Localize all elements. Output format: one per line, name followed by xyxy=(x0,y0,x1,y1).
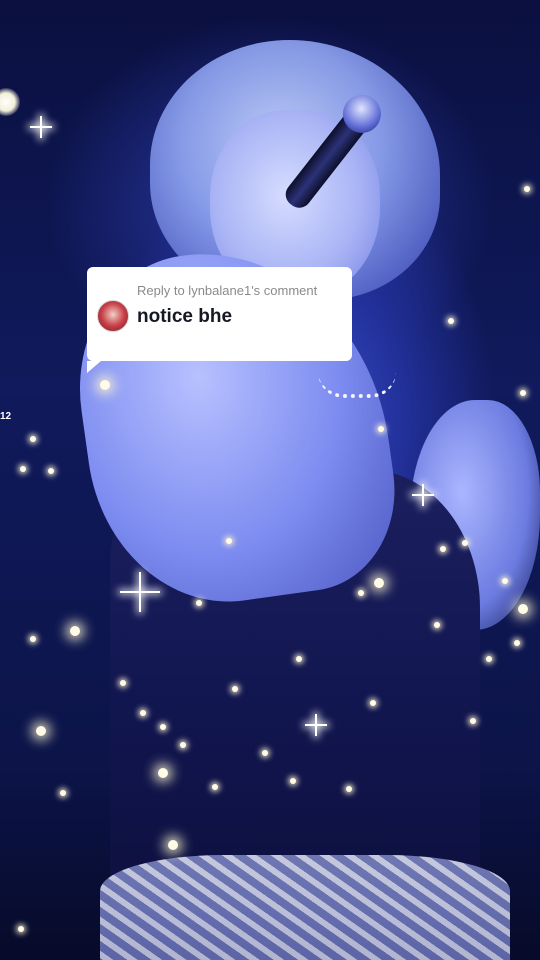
sparkle-icon xyxy=(30,116,52,138)
comment-reply-sticker[interactable]: Reply to lynbalane1's comment notice bhe xyxy=(87,267,352,373)
sparkle-dot xyxy=(518,604,528,614)
sparkle-dot xyxy=(262,750,268,756)
video-frame xyxy=(0,0,540,960)
sparkle-dot xyxy=(140,710,146,716)
sparkle-dot xyxy=(358,590,364,596)
sparkle-dot xyxy=(514,640,520,646)
sparkle-dot xyxy=(462,540,468,546)
sparkle-dot xyxy=(180,742,186,748)
sparkle-dot xyxy=(36,726,46,736)
sparkle-dot xyxy=(158,768,168,778)
sparkle-dot xyxy=(70,626,80,636)
sparkle-dot xyxy=(60,790,66,796)
edge-label: 12 xyxy=(0,411,12,422)
pearl-necklace xyxy=(318,372,396,398)
sparkle-dot xyxy=(18,926,24,932)
video-stage[interactable]: 12 Reply to lynbalane1's comment notice … xyxy=(0,0,540,960)
sparkle-dot xyxy=(374,578,384,588)
sparkle-dot xyxy=(434,622,440,628)
sparkle-icon xyxy=(120,572,160,612)
sparkle-dot xyxy=(120,680,126,686)
sparkle-dot xyxy=(520,390,526,396)
sparkle-dot xyxy=(20,466,26,472)
sparkle-dot xyxy=(296,656,302,662)
sparkle-dot xyxy=(100,380,110,390)
performer-shorts xyxy=(100,855,510,960)
sparkle-dot xyxy=(160,724,166,730)
sparkle-dot xyxy=(346,786,352,792)
sparkle-dot xyxy=(30,636,36,642)
reply-comment-text: notice bhe xyxy=(137,306,233,327)
sparkle-icon xyxy=(412,484,434,506)
commenter-avatar[interactable] xyxy=(97,300,129,332)
sparkle-dot xyxy=(370,700,376,706)
sparkle-dot xyxy=(524,186,530,192)
sparkle-dot xyxy=(502,578,508,584)
sparkle-dot xyxy=(48,468,54,474)
sparkle-dot xyxy=(448,318,454,324)
sparkle-dot xyxy=(168,840,178,850)
sparkle-dot xyxy=(378,426,384,432)
sparkle-icon xyxy=(305,714,327,736)
sparkle-dot xyxy=(470,718,476,724)
sparkle-dot xyxy=(232,686,238,692)
sparkle-dot xyxy=(440,546,446,552)
reply-heading: Reply to lynbalane1's comment xyxy=(137,283,318,298)
sparkle-dot xyxy=(486,656,492,662)
sparkle-dot xyxy=(290,778,296,784)
sparkle-dot xyxy=(196,600,202,606)
sparkle-dot xyxy=(226,538,232,544)
sparkle-dot xyxy=(30,436,36,442)
sparkle-dot xyxy=(212,784,218,790)
